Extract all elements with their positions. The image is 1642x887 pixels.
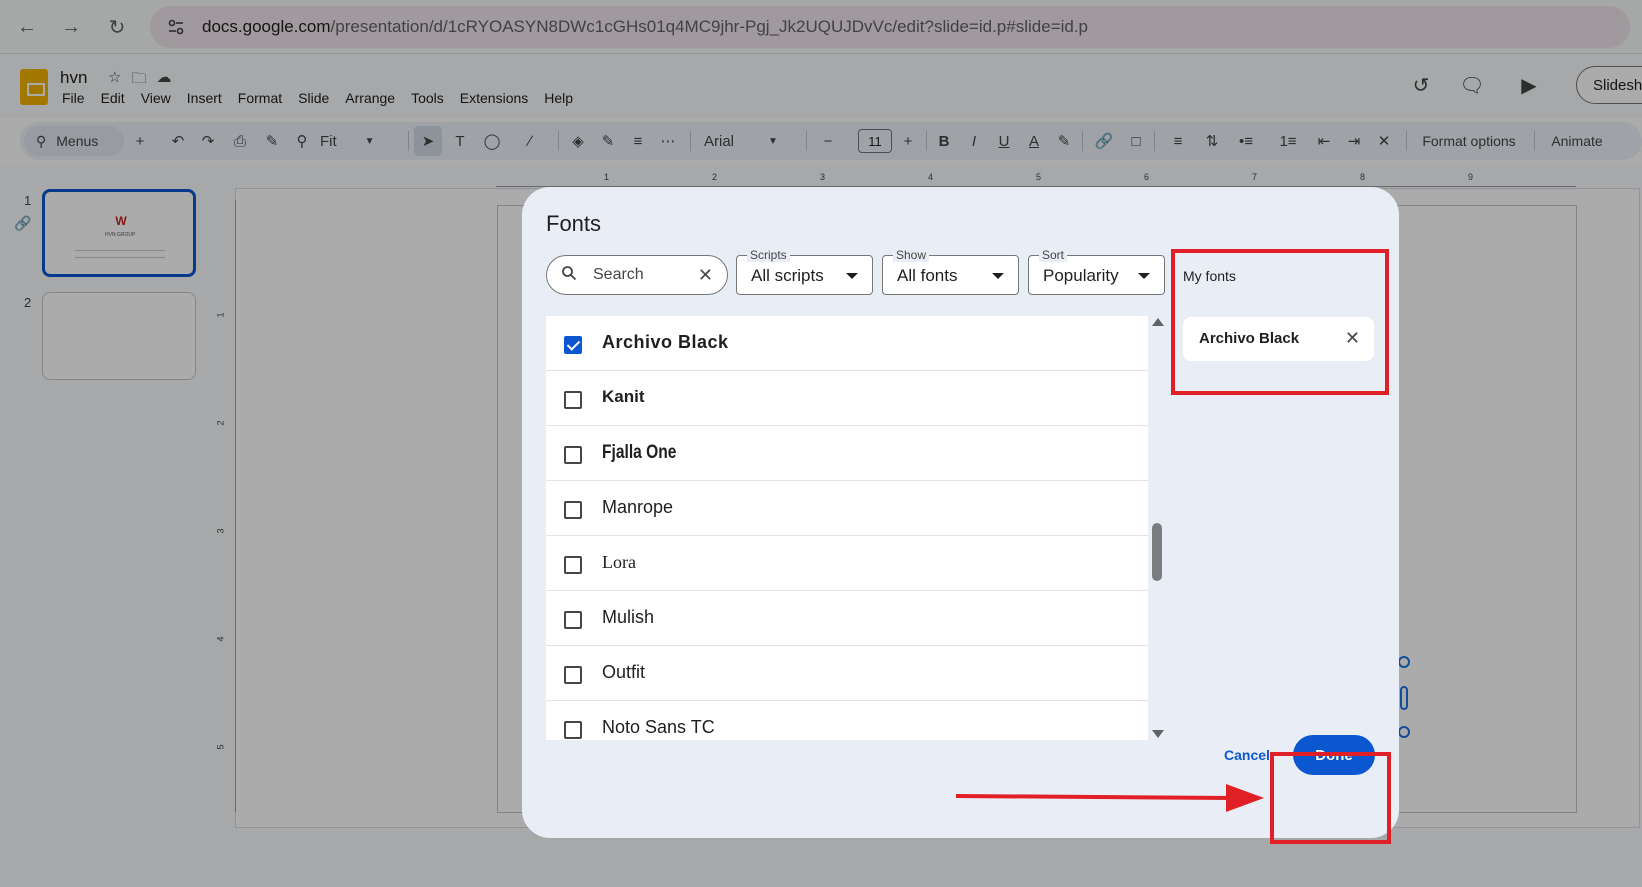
sort-select[interactable]: Sort Popularity <box>1028 248 1165 295</box>
font-checkbox[interactable] <box>564 501 582 519</box>
scripts-select[interactable]: Scripts All scripts <box>736 248 873 295</box>
search-placeholder: Search <box>593 266 644 283</box>
cancel-button[interactable]: Cancel <box>1224 747 1270 763</box>
font-name: Fjalla One <box>602 442 677 463</box>
chevron-down-icon <box>1138 273 1150 279</box>
annotation-box-my-fonts <box>1171 249 1389 395</box>
annotation-arrow-icon <box>956 784 1264 812</box>
font-row[interactable]: Archivo Black <box>546 316 1148 371</box>
font-row[interactable]: Lora <box>546 536 1148 591</box>
scripts-label: Scripts <box>747 248 790 262</box>
chevron-down-icon <box>992 273 1004 279</box>
font-name: Mulish <box>602 607 655 627</box>
scripts-value: All scripts <box>751 266 824 285</box>
font-checkbox[interactable] <box>564 556 582 574</box>
scroll-down-arrow-icon[interactable] <box>1152 730 1164 738</box>
font-checkbox[interactable] <box>564 336 582 354</box>
show-value: All fonts <box>897 266 958 285</box>
font-row[interactable]: Manrope <box>546 481 1148 536</box>
font-search-input[interactable]: Search ✕ <box>546 255 728 295</box>
font-list: Archivo Black Kanit Fjalla One Manrope L… <box>546 316 1148 740</box>
show-label: Show <box>893 248 930 262</box>
search-icon <box>561 265 579 285</box>
sort-value: Popularity <box>1043 266 1119 285</box>
annotation-box-done <box>1270 752 1391 844</box>
font-row[interactable]: Outfit <box>546 646 1148 701</box>
font-name: Lora <box>602 552 636 572</box>
dialog-title: Fonts <box>546 211 602 236</box>
sort-label: Sort <box>1039 248 1068 262</box>
font-name: Manrope <box>602 497 674 517</box>
font-name: Kanit <box>602 387 645 406</box>
clear-search-icon[interactable]: ✕ <box>698 265 713 286</box>
font-checkbox[interactable] <box>564 391 582 409</box>
font-row[interactable]: Fjalla One <box>546 426 1148 481</box>
font-row[interactable]: Mulish <box>546 591 1148 646</box>
font-checkbox[interactable] <box>564 611 582 629</box>
show-select[interactable]: Show All fonts <box>882 248 1019 295</box>
font-checkbox[interactable] <box>564 666 582 684</box>
font-row[interactable]: Kanit <box>546 371 1148 426</box>
font-list-scrollbar[interactable] <box>1148 316 1166 740</box>
font-checkbox[interactable] <box>564 446 582 464</box>
scrollbar-thumb[interactable] <box>1152 523 1162 581</box>
chevron-down-icon <box>846 273 858 279</box>
font-name: Noto Sans TC <box>602 717 715 737</box>
font-row[interactable]: Noto Sans TC <box>546 701 1148 740</box>
font-checkbox[interactable] <box>564 721 582 739</box>
font-name: Archivo Black <box>602 332 729 352</box>
scroll-up-arrow-icon[interactable] <box>1152 318 1164 326</box>
font-name: Outfit <box>602 662 646 682</box>
